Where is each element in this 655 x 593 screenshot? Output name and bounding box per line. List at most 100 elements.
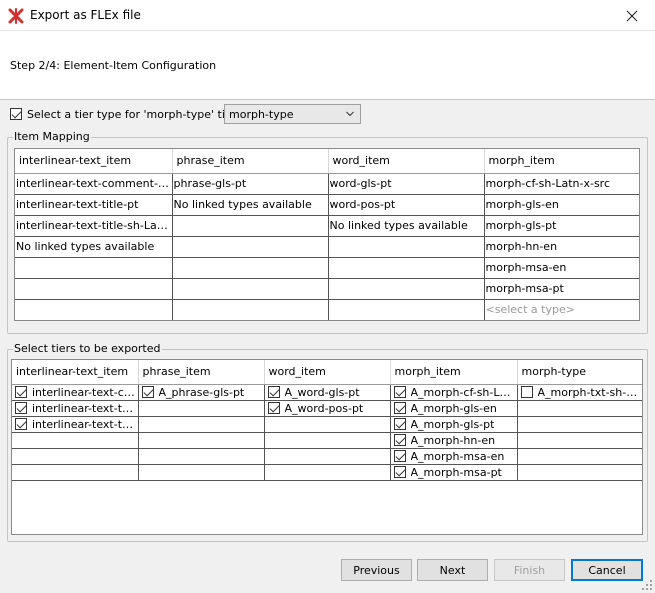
previous-button[interactable]: Previous: [341, 559, 412, 581]
table-row: A_morph-msa-pt: [12, 464, 642, 481]
next-button[interactable]: Next: [417, 559, 488, 581]
tier-option[interactable]: A_morph-hn-en: [393, 434, 515, 447]
tier-cell[interactable]: A_morph-gls-en: [390, 400, 518, 417]
tier-cell[interactable]: A_morph-msa-pt: [390, 464, 518, 481]
elan-logo-icon: [8, 8, 24, 24]
tier-checkbox[interactable]: [15, 386, 27, 398]
tier-option[interactable]: interlinear-text-comment-sh-Latn-x-src: [15, 386, 136, 399]
item-mapping-cell[interactable]: interlinear-text-comment-sh-Latn-x-src: [15, 173, 173, 195]
tier-checkbox[interactable]: [393, 450, 406, 462]
tier-option[interactable]: A_morph-cf-sh-Latn-x-src: [393, 385, 515, 399]
tiers-column-header[interactable]: interlinear-text_item: [12, 360, 139, 385]
table-row: No linked types available morph-hn-en: [15, 236, 639, 258]
tier-option[interactable]: A_morph-gls-en: [393, 402, 515, 415]
tier-checkbox[interactable]: [393, 386, 406, 398]
finish-button[interactable]: Finish: [494, 559, 565, 581]
item-mapping-cell[interactable]: [172, 215, 329, 237]
item-mapping-cell[interactable]: [172, 278, 329, 300]
item-mapping-cell[interactable]: <select a type>: [484, 299, 639, 320]
tier-cell[interactable]: A_morph-cf-sh-Latn-x-src: [390, 384, 518, 401]
item-mapping-cell[interactable]: [15, 299, 173, 320]
item-mapping-cell[interactable]: morph-cf-sh-Latn-x-src: [484, 173, 639, 195]
item-mapping-cell[interactable]: No linked types available: [172, 194, 329, 216]
tier-checkbox[interactable]: [267, 386, 280, 398]
tier-cell[interactable]: A_morph-hn-en: [390, 432, 518, 449]
tier-cell[interactable]: interlinear-text-title-pt: [12, 400, 139, 417]
tier-checkbox[interactable]: [520, 386, 533, 398]
tier-option[interactable]: interlinear-text-title-pt: [15, 402, 136, 415]
tier-option[interactable]: A_morph-msa-pt: [393, 466, 515, 479]
tier-cell: [517, 400, 642, 417]
tier-option[interactable]: A_morph-txt-sh-Latn-x-src: [520, 386, 640, 399]
tier-type-select[interactable]: morph-type: [224, 104, 361, 124]
tier-cell[interactable]: A_morph-msa-en: [390, 448, 518, 465]
item-mapping-cell[interactable]: morph-gls-en: [484, 194, 639, 216]
close-button[interactable]: [609, 0, 655, 31]
tier-cell[interactable]: A_phrase-gls-pt: [138, 384, 265, 401]
item-mapping-cell[interactable]: No linked types available: [15, 236, 173, 258]
tier-option[interactable]: interlinear-text-title-sh-Latn-x-src: [15, 418, 136, 431]
item-mapping-column-header[interactable]: word_item: [328, 149, 485, 174]
tier-option[interactable]: A_phrase-gls-pt: [141, 386, 262, 399]
item-mapping-cell[interactable]: morph-hn-en: [484, 236, 639, 258]
tier-option[interactable]: A_word-pos-pt: [267, 402, 388, 415]
table-row: interlinear-text-title-sh-Latn-x-src No l…: [15, 215, 639, 237]
tier-checkbox[interactable]: [267, 402, 280, 414]
item-mapping-cell[interactable]: interlinear-text-title-sh-Latn-x-src: [15, 215, 173, 237]
tier-cell[interactable]: A_morph-gls-pt: [390, 416, 518, 433]
item-mapping-cell[interactable]: interlinear-text-title-pt: [15, 194, 173, 216]
tier-checkbox[interactable]: [393, 418, 406, 430]
tier-cell[interactable]: A_word-gls-pt: [264, 384, 391, 401]
tiers-column-header[interactable]: morph_item: [390, 360, 518, 385]
item-mapping-cell[interactable]: No linked types available: [328, 215, 485, 237]
tier-cell[interactable]: A_morph-txt-sh-Latn-x-src: [517, 384, 642, 401]
tier-cell: [264, 432, 391, 449]
item-mapping-cell[interactable]: [172, 236, 329, 258]
tier-option[interactable]: A_word-gls-pt: [267, 386, 388, 399]
item-mapping-cell[interactable]: word-pos-pt: [328, 194, 485, 216]
tier-checkbox[interactable]: [15, 418, 27, 430]
item-mapping-cell[interactable]: [172, 299, 329, 320]
item-mapping-column-header[interactable]: morph_item: [484, 149, 639, 174]
item-mapping-cell[interactable]: [15, 278, 173, 300]
tier-checkbox[interactable]: [393, 434, 406, 446]
tier-option[interactable]: A_morph-msa-en: [393, 450, 515, 463]
item-mapping-cell[interactable]: [328, 236, 485, 258]
tiers-column-header[interactable]: morph-type: [517, 360, 642, 385]
item-mapping-cell[interactable]: [328, 278, 485, 300]
tier-cell[interactable]: interlinear-text-title-sh-Latn-x-src: [12, 416, 139, 433]
tier-option[interactable]: A_morph-gls-pt: [393, 418, 515, 431]
cancel-button[interactable]: Cancel: [571, 559, 643, 581]
item-mapping-cell[interactable]: [172, 257, 329, 279]
tier-checkbox[interactable]: [393, 466, 406, 478]
resize-grip-icon[interactable]: [641, 579, 653, 591]
tier-cell: [138, 464, 265, 481]
item-mapping-column-header[interactable]: interlinear-text_item: [15, 149, 173, 174]
item-mapping-cell[interactable]: morph-msa-pt: [484, 278, 639, 300]
tier-cell[interactable]: A_word-pos-pt: [264, 400, 391, 417]
item-mapping-table: interlinear-text_item phrase_item word_ite…: [14, 148, 640, 321]
table-row: A_morph-msa-en: [12, 448, 642, 465]
tiers-column-header[interactable]: phrase_item: [138, 360, 265, 385]
item-mapping-cell[interactable]: morph-gls-pt: [484, 215, 639, 237]
tier-checkbox[interactable]: [393, 402, 406, 414]
tier-type-checkbox[interactable]: [10, 108, 22, 120]
item-mapping-cell[interactable]: [328, 257, 485, 279]
item-mapping-cell[interactable]: morph-msa-en: [484, 257, 639, 279]
item-mapping-cell[interactable]: word-gls-pt: [328, 173, 485, 195]
item-mapping-cell[interactable]: [328, 299, 485, 320]
tier-checkbox[interactable]: [141, 386, 154, 398]
tier-cell: [12, 464, 139, 481]
table-row: morph-msa-en: [15, 257, 639, 279]
tier-label: A_morph-cf-sh-Latn-x-src: [410, 385, 515, 399]
tiers-column-header[interactable]: word_item: [264, 360, 391, 385]
tier-cell: [12, 432, 139, 449]
item-mapping-column-header[interactable]: phrase_item: [172, 149, 329, 174]
tier-cell[interactable]: interlinear-text-comment-sh-Latn-x-src: [12, 384, 139, 401]
tier-checkbox[interactable]: [15, 402, 27, 414]
item-mapping-cell[interactable]: [15, 257, 173, 279]
item-mapping-cell[interactable]: phrase-gls-pt: [172, 173, 329, 195]
tier-cell: [138, 448, 265, 465]
tier-cell: [264, 448, 391, 465]
table-row: A_morph-hn-en: [12, 432, 642, 449]
